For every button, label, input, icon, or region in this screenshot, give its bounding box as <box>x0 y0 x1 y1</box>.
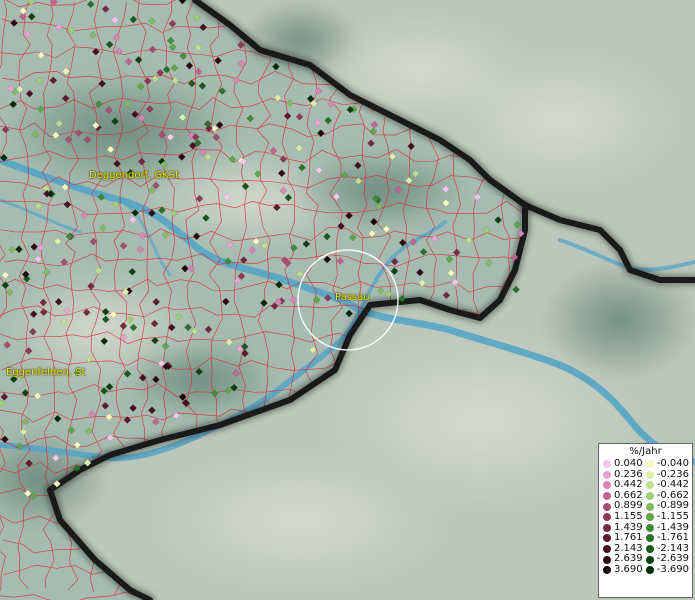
legend-swatch <box>603 523 611 532</box>
legend-value: -1.155 <box>656 510 689 522</box>
legend-row: -1.155 <box>645 510 689 523</box>
legend-swatch <box>603 492 611 501</box>
legend-swatch <box>603 555 611 564</box>
legend-row: 3.690 <box>603 563 646 576</box>
legend-row: 0.040 <box>603 458 646 470</box>
legend-value: -3.690 <box>656 563 689 575</box>
legend-swatch <box>603 545 611 554</box>
legend-negative-column: -0.040 -0.236 -0.442 -0.662 -0.899 -1.155 -1.4… <box>645 458 689 576</box>
label-deggendorf: Deggendorf, GKSt <box>89 170 180 181</box>
legend-value: 1.155 <box>614 510 643 522</box>
legend-value: -0.040 <box>656 458 689 469</box>
legend-row: 1.155 <box>603 510 646 523</box>
legend-swatch <box>645 566 654 575</box>
legend-value: 0.040 <box>614 458 643 469</box>
legend-row: -0.040 <box>645 458 689 470</box>
legend-swatch <box>603 566 611 575</box>
legend-swatch <box>645 513 654 522</box>
label-eggenfelden: Eggenfelden, St <box>6 367 86 378</box>
legend-row: -3.690 <box>645 563 689 576</box>
legend-positive-column: 0.040 0.236 0.442 0.662 0.899 1.155 1.439 1.761… <box>603 458 646 576</box>
legend-swatch <box>645 534 654 543</box>
legend-swatch <box>645 555 654 564</box>
legend-grid: 0.040 0.236 0.442 0.662 0.899 1.155 1.439 1.761… <box>599 458 692 576</box>
legend-swatch <box>645 460 654 469</box>
legend-swatch <box>645 545 654 554</box>
legend-title: %/Jahr <box>629 446 662 457</box>
legend-value: 3.690 <box>614 563 643 575</box>
legend-swatch <box>603 460 611 469</box>
legend-swatch <box>645 481 654 490</box>
legend-swatch <box>603 481 611 490</box>
legend-swatch <box>603 513 611 522</box>
label-passau: Passau <box>335 292 370 303</box>
legend-swatch <box>645 492 654 501</box>
legend-swatch <box>645 470 654 479</box>
legend-swatch <box>645 523 654 532</box>
legend-swatch <box>603 470 611 479</box>
legend-swatch <box>603 534 611 543</box>
legend: %/Jahr 0.040 0.236 0.442 0.662 0.899 1.155 1.4… <box>598 443 693 598</box>
legend-swatch <box>603 502 611 511</box>
legend-swatch <box>645 502 654 511</box>
